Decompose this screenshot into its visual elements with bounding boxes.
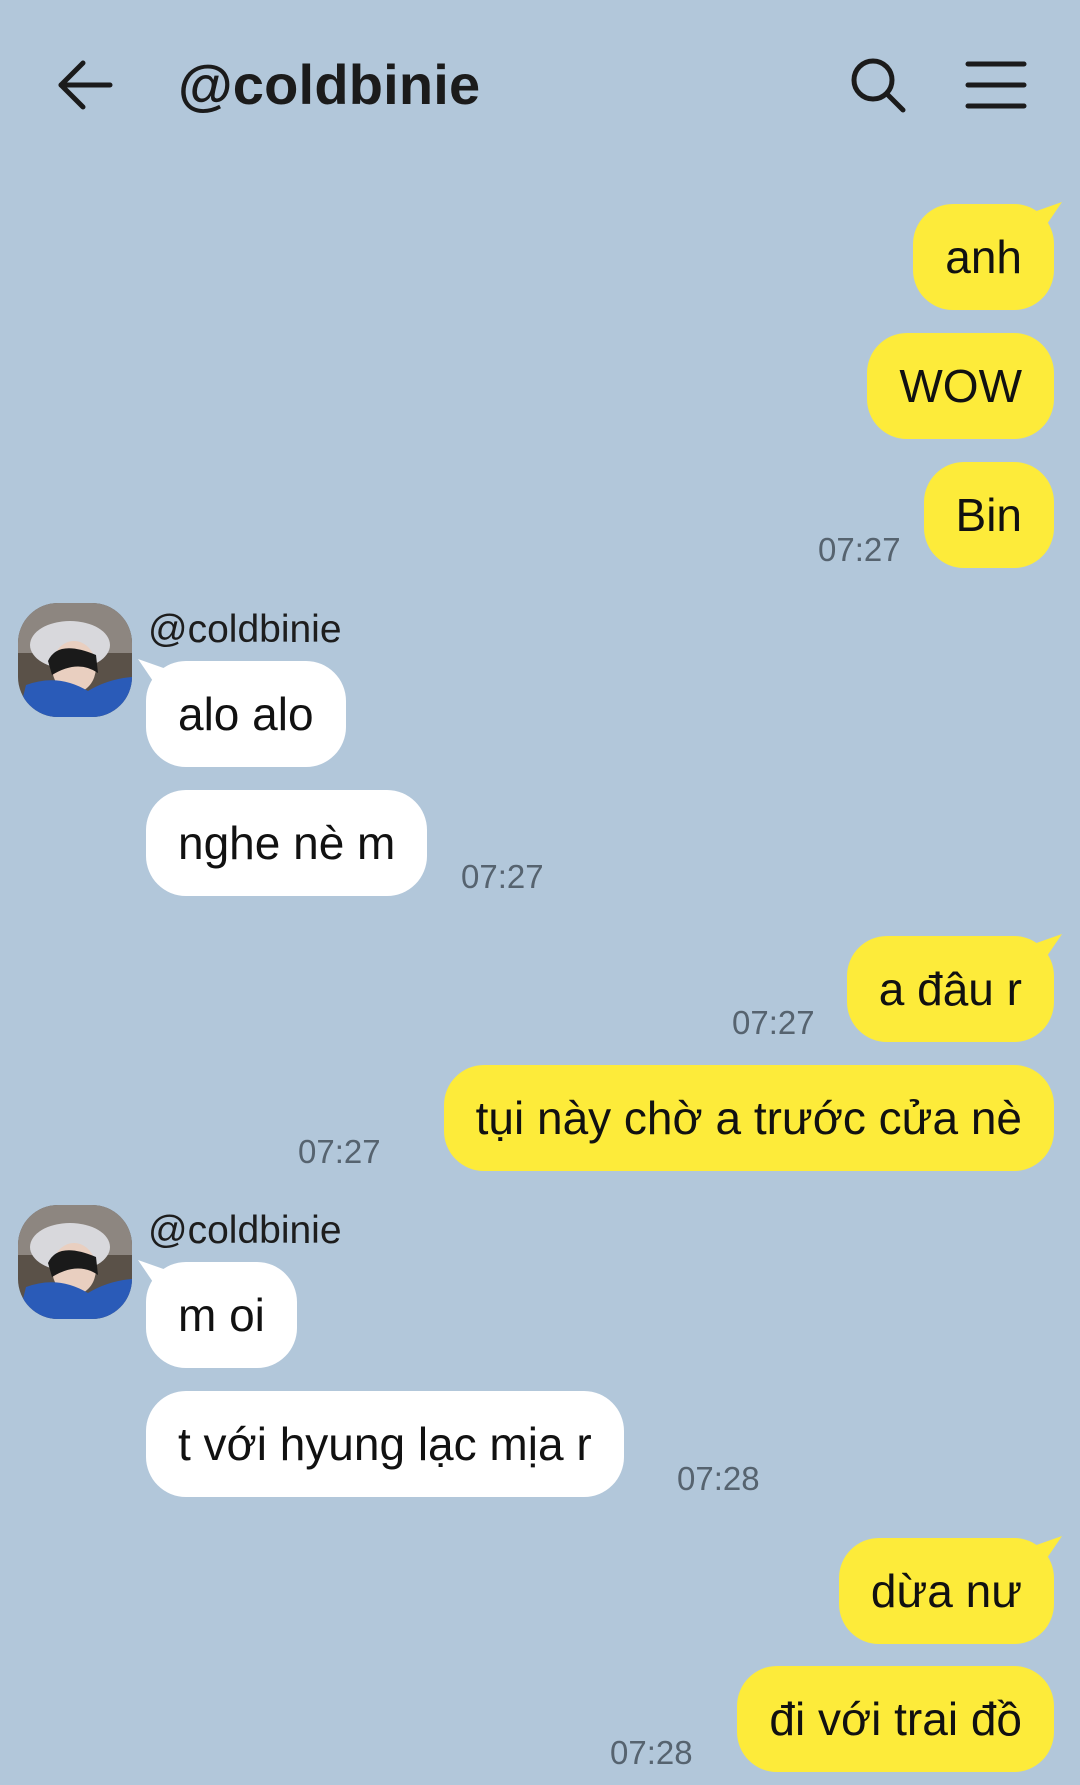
message-timestamp: 07:28 <box>677 1460 760 1497</box>
message-timestamp: 07:27 <box>732 1004 815 1041</box>
sender-name: @coldbinie <box>148 1209 342 1252</box>
hamburger-menu-icon <box>965 61 1027 109</box>
search-icon <box>851 58 906 113</box>
message-timestamp: 07:27 <box>461 858 544 895</box>
avatar-photo <box>18 603 132 717</box>
avatar[interactable] <box>18 1205 132 1319</box>
outgoing-message-bubble[interactable]: anh <box>913 204 1054 310</box>
outgoing-message-bubble[interactable]: dừa nư <box>838 1538 1054 1644</box>
chat-header: @coldbinie <box>0 0 1080 170</box>
back-button[interactable] <box>55 55 115 115</box>
search-button[interactable] <box>848 55 908 115</box>
outgoing-message-bubble[interactable]: tụi này chờ a trước cửa nè <box>443 1065 1054 1171</box>
outgoing-message-bubble[interactable]: đi với trai đồ <box>737 1666 1054 1772</box>
message-timestamp: 07:27 <box>298 1133 381 1170</box>
avatar[interactable] <box>18 603 132 717</box>
incoming-message-bubble[interactable]: t với hyung lạc mịa r <box>146 1391 624 1497</box>
message-timestamp: 07:28 <box>610 1734 693 1771</box>
outgoing-message-bubble[interactable]: Bin <box>923 462 1054 568</box>
outgoing-message-bubble[interactable]: WOW <box>867 333 1054 439</box>
arrow-left-icon <box>58 60 113 110</box>
incoming-message-bubble[interactable]: nghe nè m <box>146 790 428 896</box>
avatar-photo <box>18 1205 132 1319</box>
message-timestamp: 07:27 <box>818 531 901 568</box>
incoming-message-bubble[interactable]: m oi <box>146 1262 297 1368</box>
incoming-message-bubble[interactable]: alo alo <box>146 661 346 767</box>
sender-name: @coldbinie <box>148 608 342 651</box>
menu-button[interactable] <box>965 55 1027 115</box>
chat-title: @coldbinie <box>178 53 481 116</box>
outgoing-message-bubble[interactable]: a đâu r <box>846 936 1054 1042</box>
